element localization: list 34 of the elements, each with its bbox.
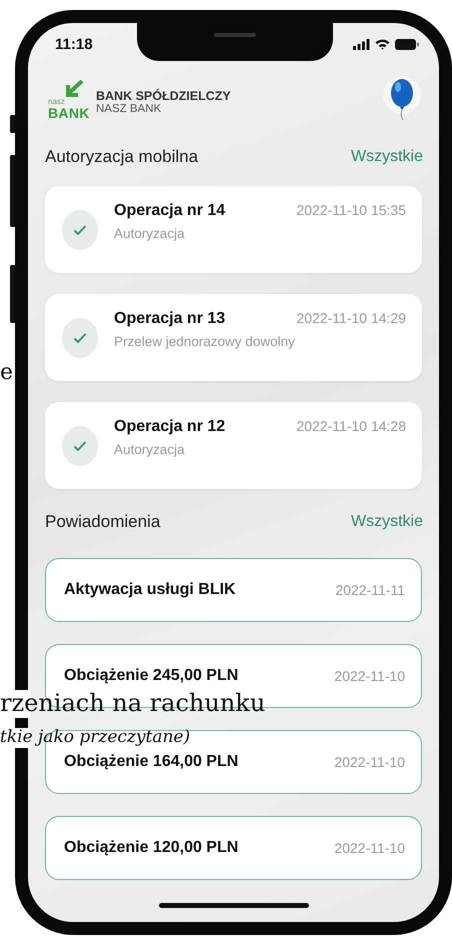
operation-type: Przelew jednorazowy dowolny — [114, 334, 296, 349]
notification-title: Obciążenie 120,00 PLN — [64, 839, 238, 857]
notification-date: 2022-11-11 — [335, 582, 405, 598]
operation-title: Operacja nr 13 — [114, 310, 226, 328]
operation-title: Operacja nr 14 — [114, 202, 226, 220]
bank-name: BANK SPÓŁDZIELCZY — [96, 89, 231, 103]
balloon-icon[interactable] — [382, 74, 422, 120]
authorization-card[interactable]: Operacja nr 14 2022-11-10 15:35 Autoryzacja — [45, 186, 422, 273]
wifi-icon — [375, 38, 390, 50]
notification-card[interactable]: Obciążenie 120,00 PLN 2022-11-10 — [45, 816, 422, 880]
operation-title: Operacja nr 12 — [114, 418, 226, 436]
notification-title: Aktywacja usługi BLIK — [64, 581, 236, 599]
arrow-logo-icon — [64, 80, 84, 98]
operation-type: Autoryzacja — [114, 442, 186, 457]
notification-date: 2022-11-10 — [334, 754, 405, 770]
operation-date: 2022-11-10 15:35 — [296, 202, 406, 218]
notification-date: 2022-11-10 — [334, 840, 405, 856]
logo-text: BANK — [48, 106, 91, 120]
notification-date: 2022-11-10 — [334, 668, 405, 684]
operation-date: 2022-11-10 14:29 — [296, 310, 406, 326]
section-title: Autoryzacja mobilna — [45, 147, 198, 167]
section-title: Powiadomienia — [45, 512, 160, 532]
authorization-card[interactable]: Operacja nr 13 2022-11-10 14:29 Przelew jednorazowy dowolny — [45, 294, 422, 381]
notification-title: Obciążenie 245,00 PLN — [64, 667, 238, 685]
notification-card[interactable]: Aktywacja usługi BLIK 2022-11-11 — [45, 558, 422, 622]
bank-subname: NASZ BANK — [96, 103, 162, 115]
operation-date: 2022-11-10 14:28 — [296, 418, 406, 434]
operation-type: Autoryzacja — [114, 226, 186, 241]
signal-icon — [353, 38, 370, 50]
status-time: 11:18 — [55, 36, 93, 52]
battery-icon — [395, 38, 419, 50]
logo-text: nasz — [48, 98, 66, 106]
authorization-card[interactable]: Operacja nr 12 2022-11-10 14:28 Autoryzacja — [45, 402, 422, 489]
notification-title: Obciążenie 164,00 PLN — [64, 753, 238, 771]
